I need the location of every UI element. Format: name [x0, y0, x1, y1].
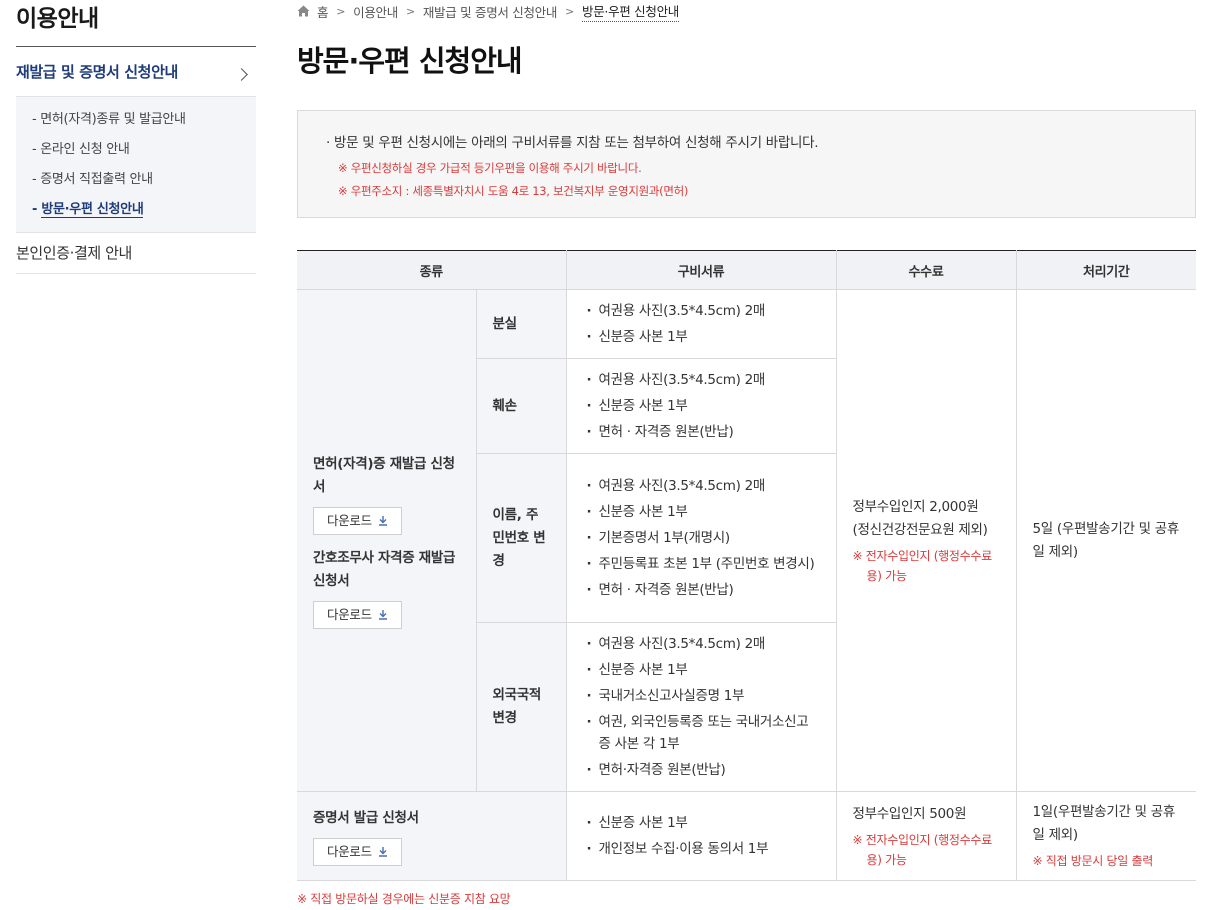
- form-cell-reissue: 면허(자격)증 재발급 신청서 다운로드 간호조무사 자격증 재발급 신청서 다…: [297, 289, 476, 792]
- header-docs: 구비서류: [565, 250, 837, 290]
- list-item: 면허·자격증 원본(반납): [587, 759, 816, 781]
- notice-main: · 방문 및 우편 신청시에는 아래의 구비서류를 지참 또는 첨부하여 신청해…: [326, 135, 819, 151]
- list-item: 신분증 사본 1부: [587, 659, 816, 681]
- breadcrumb-item[interactable]: 이용안내: [353, 2, 398, 21]
- table-row: 면허(자격)증 재발급 신청서 다운로드 간호조무사 자격증 재발급 신청서 다…: [297, 289, 1197, 792]
- download-icon: [378, 516, 387, 526]
- download-icon: [378, 847, 387, 857]
- docs-name-change: 여권용 사진(3.5*4.5cm) 2매 신분증 사본 1부 기본증명서 1부(…: [565, 453, 837, 623]
- docs-certificate: 신분증 사본 1부 개인정보 수집·이용 동의서 1부: [565, 791, 837, 881]
- chevron-right-icon: [235, 68, 248, 81]
- page-title: 방문·우편 신청안내: [297, 44, 523, 78]
- sidebar-submenu: - 면허(자격)종류 및 발급안내 - 온라인 신청 안내 - 증명서 직접출력…: [16, 97, 256, 233]
- table-row: 증명서 발급 신청서 다운로드 신분증 사본 1부 개인정보 수집·이용 동의서…: [297, 791, 1197, 881]
- list-item: 신분증 사본 1부: [587, 812, 816, 834]
- fee-text: 정부수입인지 2,000원 (정신건강전문요원 제외): [852, 498, 988, 538]
- form-cell-certificate: 증명서 발급 신청서 다운로드: [297, 791, 567, 881]
- header-fee: 수수료: [835, 250, 1017, 290]
- footnote: ※ 직접 방문하실 경우에는 신분증 지참 요망: [297, 892, 511, 906]
- notice-box: · 방문 및 우편 신청시에는 아래의 구비서류를 지참 또는 첨부하여 신청해…: [297, 110, 1196, 218]
- chevron-right-icon: >: [336, 4, 346, 18]
- list-item: 여권용 사진(3.5*4.5cm) 2매: [587, 475, 816, 497]
- list-item: 면허 · 자격증 원본(반납): [587, 579, 816, 601]
- list-item: 신분증 사본 1부: [587, 326, 816, 348]
- list-item: 신분증 사본 1부: [587, 395, 816, 417]
- type-lost: 분실: [475, 289, 567, 359]
- header-period: 처리기간: [1015, 250, 1197, 290]
- list-item: 여권, 외국인등록증 또는 국내거소신고증 사본 각 1부: [587, 711, 816, 755]
- list-item: 여권용 사진(3.5*4.5cm) 2매: [587, 300, 816, 322]
- form-name: 증명서 발급 신청서: [313, 809, 419, 826]
- header-type: 종류: [297, 250, 567, 290]
- download-button[interactable]: 다운로드: [313, 837, 402, 866]
- chevron-right-icon: >: [565, 4, 575, 18]
- list-item: 여권용 사진(3.5*4.5cm) 2매: [587, 633, 816, 655]
- fee-cell-reissue: 정부수입인지 2,000원 (정신건강전문요원 제외) ※ 전자수입인지 (행정…: [835, 289, 1017, 792]
- sidebar-item-auth-payment[interactable]: 본인인증·결제 안내: [16, 233, 256, 274]
- breadcrumb-current[interactable]: 방문·우편 신청안내: [582, 1, 679, 22]
- sidebar-item-label: 재발급 및 증명서 신청안내: [16, 63, 178, 81]
- list-item: 면허 · 자격증 원본(반납): [587, 421, 816, 443]
- sidebar-subitem-print[interactable]: - 증명서 직접출력 안내: [32, 166, 256, 196]
- sidebar-subitem-online[interactable]: - 온라인 신청 안내: [32, 136, 256, 166]
- breadcrumb-item[interactable]: 재발급 및 증명서 신청안내: [423, 2, 558, 21]
- period-note: ※ 직접 방문시 당일 출력: [1032, 854, 1154, 868]
- fee-text: 정부수입인지 500원: [852, 805, 967, 822]
- notice-note-registered-mail: ※ 우편신청하실 경우 가급적 등기우편을 이용해 주시기 바랍니다.: [338, 161, 642, 175]
- sidebar-subitem-license-types[interactable]: - 면허(자격)종류 및 발급안내: [32, 106, 256, 136]
- download-button[interactable]: 다운로드: [313, 600, 402, 629]
- form-name: 간호조무사 자격증 재발급 신청서: [313, 549, 456, 589]
- breadcrumb: 홈 > 이용안내 > 재발급 및 증명서 신청안내 > 방문·우편 신청안내: [297, 0, 679, 22]
- type-damaged: 훼손: [475, 358, 567, 454]
- list-item: 신분증 사본 1부: [587, 501, 816, 523]
- notice-note-address: ※ 우편주소지 : 세종특별자치시 도움 4로 13, 보건복지부 운영지원과(…: [338, 184, 689, 198]
- sidebar-title: 이용안내: [16, 0, 256, 47]
- sidebar: 이용안내 재발급 및 증명서 신청안내 - 면허(자격)종류 및 발급안내 - …: [16, 0, 256, 274]
- docs-nationality-change: 여권용 사진(3.5*4.5cm) 2매 신분증 사본 1부 국내거소신고사실증…: [565, 622, 837, 792]
- form-name: 면허(자격)증 재발급 신청서: [313, 455, 455, 495]
- type-name-change: 이름, 주민번호 변경: [475, 453, 567, 623]
- period-text: 1일(우편발송기간 및 공휴일 제외): [1032, 804, 1176, 843]
- sidebar-subitem-visit-mail[interactable]: - 방문·우편 신청안내: [32, 196, 256, 226]
- type-nationality-change: 외국국적 변경: [475, 622, 567, 792]
- docs-damaged: 여권용 사진(3.5*4.5cm) 2매 신분증 사본 1부 면허 · 자격증 …: [565, 358, 837, 454]
- list-item: 국내거소신고사실증명 1부: [587, 685, 816, 707]
- chevron-right-icon: >: [405, 4, 415, 18]
- list-item: 주민등록표 초본 1부 (주민번호 변경시): [587, 553, 816, 575]
- fee-cell-certificate: 정부수입인지 500원 ※ 전자수입인지 (행정수수료용) 가능: [835, 791, 1017, 881]
- list-item: 기본증명서 1부(개명시): [587, 527, 816, 549]
- list-item: 개인정보 수집·이용 동의서 1부: [587, 838, 816, 860]
- fee-note: ※ 전자수입인지 (행정수수료용) 가능: [852, 548, 993, 583]
- home-icon[interactable]: [297, 5, 310, 17]
- fee-note: ※ 전자수입인지 (행정수수료용) 가능: [852, 832, 993, 867]
- download-button[interactable]: 다운로드: [313, 506, 402, 535]
- sidebar-item-reissue[interactable]: 재발급 및 증명서 신청안내: [16, 47, 256, 97]
- breadcrumb-home[interactable]: 홈: [317, 2, 329, 21]
- period-cell-reissue: 5일 (우편발송기간 및 공휴일 제외): [1015, 289, 1197, 792]
- download-icon: [378, 610, 387, 620]
- list-item: 여권용 사진(3.5*4.5cm) 2매: [587, 369, 816, 391]
- period-cell-certificate: 1일(우편발송기간 및 공휴일 제외) ※ 직접 방문시 당일 출력: [1015, 791, 1197, 881]
- requirements-table: 종류 구비서류 수수료 처리기간 면허(자격)증 재발급 신청서 다운로드 간호…: [297, 250, 1197, 881]
- docs-lost: 여권용 사진(3.5*4.5cm) 2매 신분증 사본 1부: [565, 289, 837, 359]
